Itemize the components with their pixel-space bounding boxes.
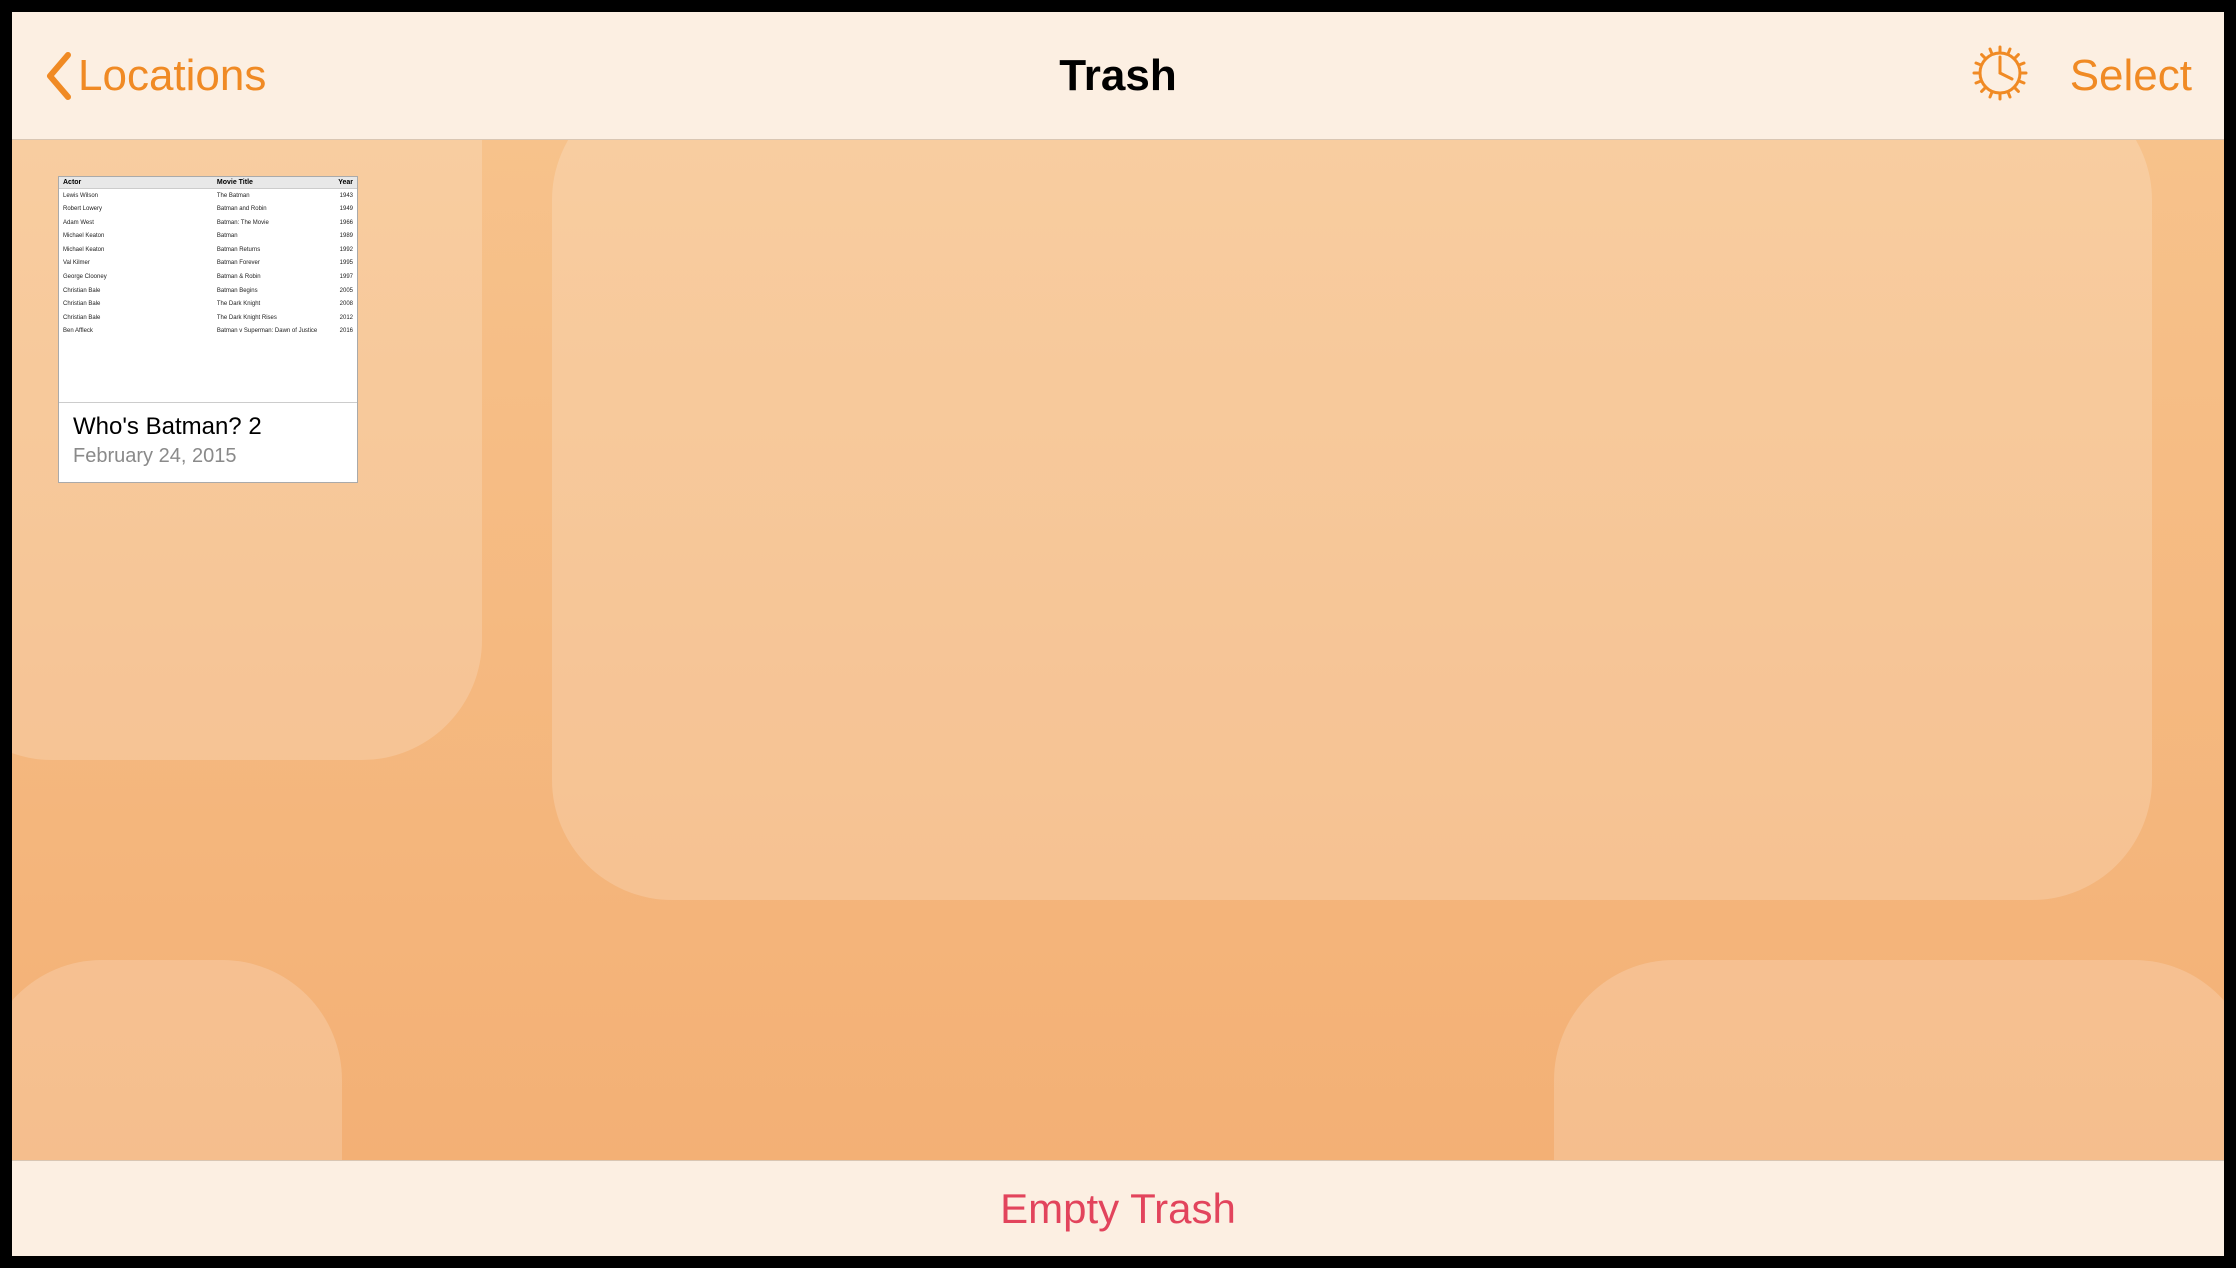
thumb-row: Adam WestBatman: The Movie1966 bbox=[59, 216, 357, 230]
thumb-row: Christian BaleThe Dark Knight2008 bbox=[59, 298, 357, 312]
toolbar: Empty Trash bbox=[12, 1160, 2224, 1256]
document-thumbnail: Actor Movie Title Year Lewis WilsonThe B… bbox=[59, 177, 357, 402]
document-date: February 24, 2015 bbox=[73, 445, 343, 468]
document-meta: Who's Batman? 2 February 24, 2015 bbox=[59, 402, 357, 482]
navigation-bar: Locations Trash bbox=[12, 12, 2224, 140]
settings-button[interactable] bbox=[1972, 45, 2028, 106]
thumb-row: Michael KeatonBatman1989 bbox=[59, 230, 357, 244]
back-button-label: Locations bbox=[78, 51, 266, 101]
back-button[interactable]: Locations bbox=[44, 51, 266, 101]
thumb-column-header: Year bbox=[323, 179, 353, 186]
document-card[interactable]: Actor Movie Title Year Lewis WilsonThe B… bbox=[58, 176, 358, 483]
thumb-row: Val KilmerBatman Forever1995 bbox=[59, 257, 357, 271]
thumb-row: Ben AffleckBatman v Superman: Dawn of Ju… bbox=[59, 325, 357, 339]
empty-trash-button[interactable]: Empty Trash bbox=[1000, 1185, 1236, 1233]
page-title: Trash bbox=[1059, 51, 1176, 101]
thumb-row: Lewis WilsonThe Batman1943 bbox=[59, 189, 357, 203]
thumb-row: Christian BaleThe Dark Knight Rises2012 bbox=[59, 311, 357, 325]
thumb-column-header: Movie Title bbox=[217, 179, 324, 186]
thumb-row: Robert LoweryBatman and Robin1949 bbox=[59, 203, 357, 217]
select-button[interactable]: Select bbox=[2070, 51, 2192, 101]
thumb-row: Michael KeatonBatman Returns1992 bbox=[59, 243, 357, 257]
thumb-row: Christian BaleBatman Begins2005 bbox=[59, 284, 357, 298]
document-title: Who's Batman? 2 bbox=[73, 413, 343, 441]
content-area: Actor Movie Title Year Lewis WilsonThe B… bbox=[12, 140, 2224, 1160]
chevron-left-icon bbox=[44, 51, 74, 101]
thumb-column-header: Actor bbox=[63, 179, 217, 186]
thumb-row: George ClooneyBatman & Robin1997 bbox=[59, 271, 357, 285]
gear-icon bbox=[1972, 45, 2028, 101]
